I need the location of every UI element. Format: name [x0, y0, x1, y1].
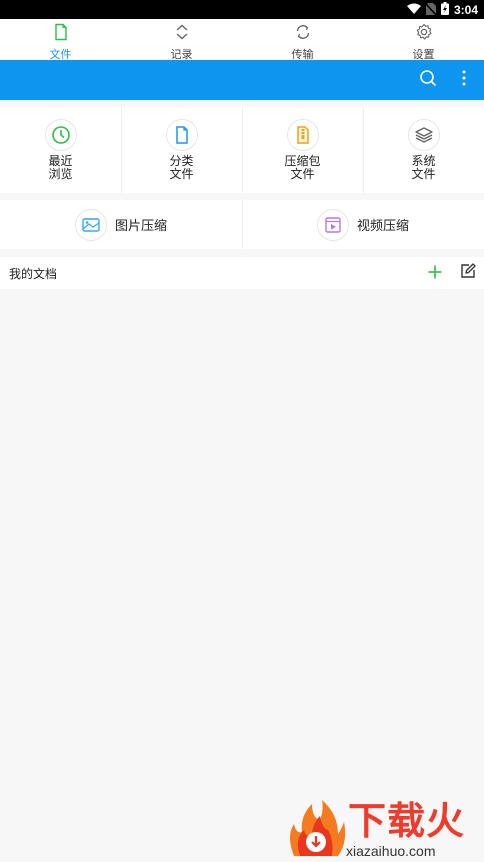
edit-icon: [460, 263, 476, 283]
category-archive[interactable]: 压缩包 文件: [242, 107, 363, 193]
status-time: 3:04: [453, 2, 478, 17]
my-documents-header: 我的文档: [0, 257, 484, 289]
search-icon: [419, 69, 437, 91]
category-archive-label: 压缩包 文件: [284, 154, 321, 181]
clock-icon: [44, 119, 77, 151]
more-vert-icon: [462, 70, 466, 90]
watermark-title: 下载火: [348, 799, 466, 843]
watermark-subtitle: xiazaihuo.com: [346, 843, 436, 859]
video-compress-button[interactable]: 视频压缩: [242, 200, 484, 249]
category-recent[interactable]: 最近 浏览: [0, 107, 121, 193]
category-recent-label: 最近 浏览: [48, 154, 73, 181]
category-system[interactable]: 系统 文件: [363, 107, 484, 193]
gear-icon: [415, 23, 433, 45]
compress-row: 图片压缩 视频压缩: [0, 200, 484, 249]
file-icon: [52, 23, 70, 45]
my-documents-title: 我的文档: [9, 267, 58, 281]
archive-icon: [286, 119, 319, 151]
wifi-icon: [406, 0, 421, 19]
image-compress-icon: [74, 208, 107, 241]
tab-records[interactable]: 记录: [121, 19, 242, 61]
battery-icon: [440, 0, 449, 19]
more-options-button[interactable]: [448, 60, 480, 100]
category-classified[interactable]: 分类 文件: [121, 107, 242, 193]
video-compress-icon: [316, 208, 349, 241]
top-tab-bar: 文件 记录 传输 设置: [0, 19, 484, 61]
image-compress-button[interactable]: 图片压缩: [0, 200, 242, 249]
image-compress-label: 图片压缩: [114, 219, 167, 234]
search-button[interactable]: [412, 60, 444, 100]
tab-files[interactable]: 文件: [0, 19, 121, 61]
status-bar: 3:04: [0, 0, 484, 19]
edit-documents-button[interactable]: [458, 263, 478, 283]
no-sim-icon: [425, 0, 437, 19]
layers-icon: [407, 119, 440, 151]
action-bar: [0, 60, 484, 100]
sync-icon: [294, 23, 312, 45]
watermark-logo: 下载火 xiazaihuo.com: [286, 796, 484, 862]
document-icon: [165, 119, 198, 151]
category-classified-label: 分类 文件: [169, 154, 194, 181]
updown-chevron-icon: [173, 23, 191, 45]
category-system-label: 系统 文件: [411, 154, 436, 181]
tab-settings[interactable]: 设置: [363, 19, 484, 61]
category-grid: 最近 浏览 分类 文件 压缩包 文件 系统 文件: [0, 107, 484, 193]
video-compress-label: 视频压缩: [356, 219, 409, 234]
tab-transfer[interactable]: 传输: [242, 19, 363, 61]
plus-icon: [428, 264, 442, 283]
add-document-button[interactable]: [425, 263, 445, 283]
